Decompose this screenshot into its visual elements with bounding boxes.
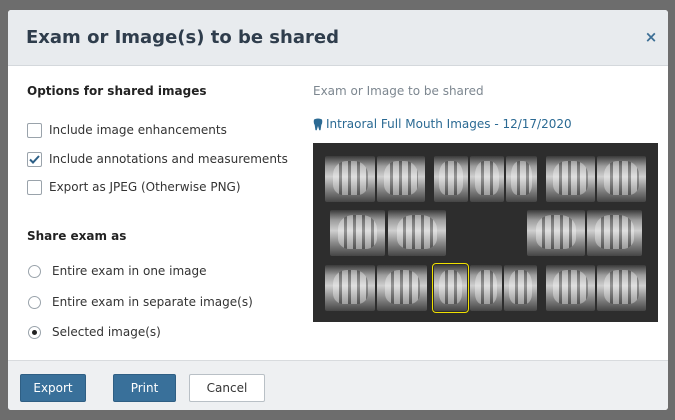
share-dialog: Exam or Image(s) to be shared × Options … [8, 10, 668, 410]
checkbox-label: Include image enhancements [49, 123, 227, 137]
xray-thumbnail[interactable] [597, 156, 646, 202]
xray-thumbnail[interactable] [546, 265, 595, 311]
xray-thumbnail[interactable] [587, 210, 642, 256]
checkbox-unchecked-icon[interactable] [27, 122, 42, 138]
xray-thumbnail-selected[interactable] [432, 263, 469, 313]
cancel-button[interactable]: Cancel [189, 374, 265, 402]
radio-unselected-icon[interactable] [28, 264, 41, 278]
preview-label: Exam or Image to be shared [313, 84, 484, 98]
exam-name: Intraoral Full Mouth Images - 12/17/2020 [326, 117, 572, 131]
checkbox-unchecked-icon[interactable] [27, 179, 42, 195]
share-section-title: Share exam as [27, 229, 127, 243]
dialog-title: Exam or Image(s) to be shared [26, 27, 339, 48]
xray-thumbnail[interactable] [377, 156, 425, 202]
xray-thumbnail[interactable] [325, 156, 375, 202]
radio-label: Selected image(s) [52, 325, 161, 339]
xray-thumbnail[interactable] [325, 265, 375, 311]
export-button[interactable]: Export [20, 374, 86, 402]
radio-selected-icon[interactable] [28, 325, 41, 339]
include-annotations-checkbox[interactable]: Include annotations and measurements [27, 150, 288, 168]
radio-label: Entire exam in separate image(s) [52, 295, 253, 309]
options-section-title: Options for shared images [27, 84, 207, 98]
dialog-header: Exam or Image(s) to be shared × [8, 10, 668, 66]
xray-thumbnail[interactable] [330, 210, 385, 256]
radio-label: Entire exam in one image [52, 264, 207, 278]
checkbox-label: Include annotations and measurements [49, 152, 288, 166]
print-button[interactable]: Print [113, 374, 176, 402]
radio-entire-one-image[interactable]: Entire exam in one image [27, 262, 207, 280]
exam-link[interactable]: Intraoral Full Mouth Images - 12/17/2020 [313, 117, 572, 131]
radio-unselected-icon[interactable] [28, 295, 41, 309]
radio-selected-images[interactable]: Selected image(s) [27, 323, 161, 341]
image-preview-grid [313, 143, 658, 322]
xray-thumbnail[interactable] [470, 265, 502, 311]
checkbox-label: Export as JPEG (Otherwise PNG) [49, 180, 241, 194]
include-enhancements-checkbox[interactable]: Include image enhancements [27, 121, 227, 139]
xray-thumbnail[interactable] [434, 156, 468, 202]
export-jpeg-checkbox[interactable]: Export as JPEG (Otherwise PNG) [27, 178, 241, 196]
close-icon[interactable]: × [642, 28, 660, 46]
dialog-footer: Export Print Cancel [8, 360, 668, 410]
xray-thumbnail[interactable] [527, 210, 585, 256]
xray-thumbnail[interactable] [546, 156, 595, 202]
xray-thumbnail[interactable] [388, 210, 446, 256]
xray-thumbnail[interactable] [504, 265, 537, 311]
xray-thumbnail[interactable] [506, 156, 537, 202]
checkbox-checked-icon[interactable] [27, 151, 42, 167]
radio-entire-separate-images[interactable]: Entire exam in separate image(s) [27, 293, 253, 311]
tooth-icon [313, 118, 323, 130]
xray-thumbnail[interactable] [377, 265, 427, 311]
xray-thumbnail[interactable] [597, 265, 646, 311]
xray-thumbnail[interactable] [470, 156, 504, 202]
